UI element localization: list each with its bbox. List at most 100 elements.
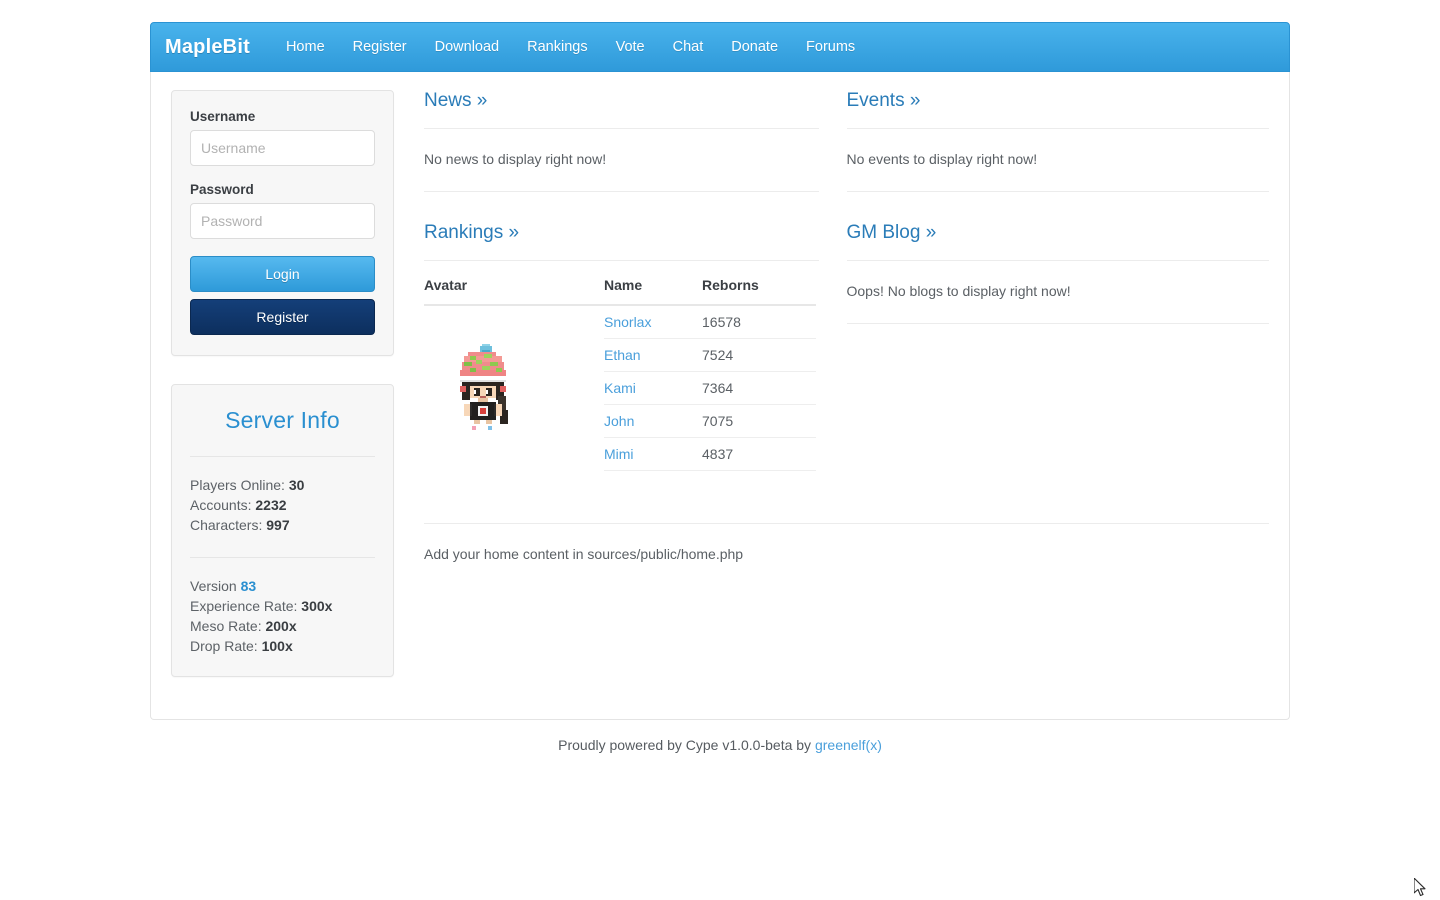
rankings-table-head: Avatar Name Reborns <box>424 277 816 306</box>
main-content: News » No news to display right now! Eve… <box>424 90 1269 697</box>
page-body: Username Password Login Register Server … <box>150 72 1290 720</box>
meso-rate-label: Meso Rate: <box>190 618 262 634</box>
accounts-value: 2232 <box>255 497 287 513</box>
bottom-sections-row: Rankings » Avatar Name Reborns Snorlax 1… <box>424 222 1269 471</box>
rank-name-cell: Snorlax <box>604 305 702 339</box>
username-label: Username <box>190 109 256 124</box>
news-heading[interactable]: News » <box>424 90 819 112</box>
meso-rate-value: 200x <box>265 618 297 634</box>
drop-rate-value: 100x <box>261 638 293 654</box>
chevron-right-icon: » <box>925 222 937 243</box>
gm-blog-divider-bottom <box>846 323 1269 324</box>
nav-item-download[interactable]: Download <box>421 22 514 72</box>
players-online-row: Players Online: 30 <box>190 475 375 495</box>
rank-name-link[interactable]: Kami <box>604 380 636 396</box>
experience-rate-row: Experience Rate: 300x <box>190 596 375 616</box>
column-header-name: Name <box>604 277 702 306</box>
password-label: Password <box>190 182 254 197</box>
top-sections-row: News » No news to display right now! Eve… <box>424 90 1269 192</box>
gm-blog-heading-text: GM Blog <box>846 222 921 243</box>
nav-item-register[interactable]: Register <box>339 22 421 72</box>
username-input[interactable] <box>190 130 375 166</box>
drop-rate-label: Drop Rate: <box>190 638 258 654</box>
gm-blog-empty-text: Oops! No blogs to display right now! <box>846 283 1071 299</box>
sidebar: Username Password Login Register Server … <box>171 90 424 697</box>
rankings-section: Rankings » Avatar Name Reborns Snorlax 1… <box>424 222 847 471</box>
nav-item-rankings[interactable]: Rankings <box>513 22 601 72</box>
register-button[interactable]: Register <box>190 299 375 335</box>
rank-name-cell: Kami <box>604 371 702 405</box>
rank-name-link[interactable]: John <box>604 413 634 429</box>
characters-value: 997 <box>266 517 290 533</box>
password-input[interactable] <box>190 203 375 239</box>
players-online-value: 30 <box>288 477 305 493</box>
rank-name-cell: John <box>604 404 702 438</box>
login-button[interactable]: Login <box>190 256 375 292</box>
drop-rate-row: Drop Rate: 100x <box>190 636 375 656</box>
news-empty-text: No news to display right now! <box>424 151 607 167</box>
rankings-divider-top <box>424 260 819 261</box>
nav-item-donate[interactable]: Donate <box>717 22 792 72</box>
nav-item-chat[interactable]: Chat <box>659 22 718 72</box>
footer-text: Proudly powered by Cype v1.0.0-beta by <box>558 737 812 753</box>
characters-row: Characters: 997 <box>190 515 375 535</box>
footer: Proudly powered by Cype v1.0.0-beta by g… <box>0 737 1440 753</box>
version-value: 83 <box>240 578 257 594</box>
rankings-table-body: Snorlax 16578 Ethan 7524 Kami 7364 John … <box>424 305 816 471</box>
news-divider-bottom <box>424 191 819 192</box>
nav-item-home[interactable]: Home <box>272 22 339 72</box>
column-header-reborns: Reborns <box>702 277 816 306</box>
nav-links: Home Register Download Rankings Vote Cha… <box>272 22 869 72</box>
navbar: MapleBit Home Register Download Rankings… <box>150 22 1290 72</box>
server-info-divider-bottom <box>190 557 375 558</box>
rank-reborns-cell: 7075 <box>702 404 816 438</box>
rank-reborns-cell: 4837 <box>702 437 816 471</box>
rankings-header-row: Avatar Name Reborns <box>424 277 816 306</box>
rank-reborns-cell: 7364 <box>702 371 816 405</box>
rankings-heading-text: Rankings <box>424 222 504 243</box>
rankings-table: Avatar Name Reborns Snorlax 16578 Ethan … <box>424 277 816 471</box>
chevron-right-icon: » <box>909 90 921 111</box>
avatar-cell <box>424 305 604 471</box>
table-row: Snorlax 16578 <box>424 305 816 431</box>
accounts-label: Accounts: <box>190 497 252 513</box>
rank-name-cell: Ethan <box>604 338 702 372</box>
experience-rate-value: 300x <box>301 598 333 614</box>
brand-logo[interactable]: MapleBit <box>165 36 250 59</box>
site-container: MapleBit Home Register Download Rankings… <box>150 22 1290 720</box>
rank-reborns-cell: 16578 <box>702 305 816 339</box>
rank-name-cell: Mimi <box>604 437 702 471</box>
events-heading[interactable]: Events » <box>847 90 1270 112</box>
players-online-label: Players Online: <box>190 477 285 493</box>
events-divider-bottom <box>846 191 1269 192</box>
character-avatar-icon <box>452 344 514 432</box>
footer-author-link[interactable]: greenelf(x) <box>815 737 882 753</box>
gm-blog-heading[interactable]: GM Blog » <box>847 222 1270 244</box>
accounts-row: Accounts: 2232 <box>190 495 375 515</box>
news-section: News » No news to display right now! <box>424 90 847 192</box>
nav-item-vote[interactable]: Vote <box>602 22 659 72</box>
column-header-avatar: Avatar <box>424 277 604 306</box>
rank-reborns-cell: 7524 <box>702 338 816 372</box>
page-root: MapleBit Home Register Download Rankings… <box>0 0 1440 900</box>
mouse-cursor-icon <box>1413 877 1428 900</box>
version-label: Version <box>190 578 237 594</box>
server-info-panel: Server Info Players Online: 30 Accounts:… <box>171 384 394 677</box>
meso-rate-row: Meso Rate: 200x <box>190 616 375 636</box>
events-heading-text: Events <box>846 90 905 111</box>
news-heading-text: News <box>424 90 472 111</box>
rankings-heading[interactable]: Rankings » <box>424 222 819 244</box>
chevron-right-icon: » <box>476 90 488 111</box>
rank-name-link[interactable]: Ethan <box>604 347 641 363</box>
home-content-note: Add your home content in sources/public/… <box>424 523 1269 562</box>
gm-blog-section: GM Blog » Oops! No blogs to display righ… <box>846 222 1270 471</box>
rank-name-link[interactable]: Mimi <box>604 446 634 462</box>
characters-label: Characters: <box>190 517 263 533</box>
login-panel: Username Password Login Register <box>171 90 394 356</box>
experience-rate-label: Experience Rate: <box>190 598 298 614</box>
version-row: Version 83 <box>190 576 375 596</box>
rank-name-link[interactable]: Snorlax <box>604 314 651 330</box>
chevron-right-icon: » <box>508 222 520 243</box>
nav-item-forums[interactable]: Forums <box>792 22 869 72</box>
avatar-sprite <box>460 344 508 431</box>
